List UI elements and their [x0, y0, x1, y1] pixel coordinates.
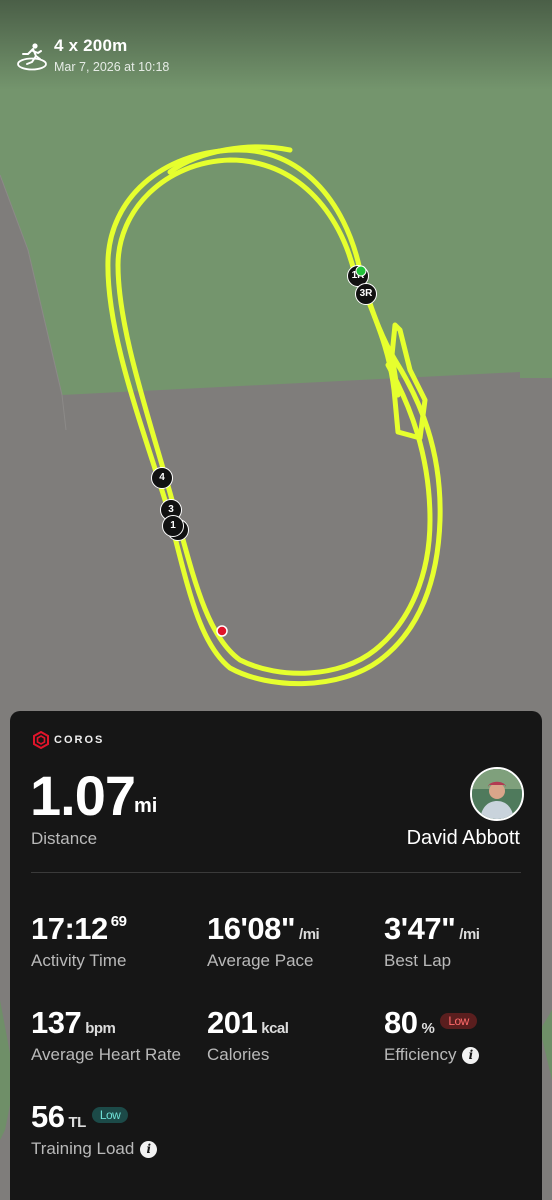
user-avatar[interactable]: [470, 767, 524, 821]
stat-average-heart-rate: 137 bpm Average Heart Rate: [31, 1005, 181, 1065]
lap-marker-4[interactable]: 4: [151, 467, 173, 489]
coros-logo-icon: [33, 731, 49, 749]
calories-value: 201 kcal: [207, 1005, 289, 1040]
efficiency-label-row: Efficiency i: [384, 1045, 480, 1065]
efficiency-value: 80% Low: [384, 1005, 479, 1041]
training-load-value: 56 TL Low: [31, 1099, 157, 1135]
best-lap-value: 3'47"/mi: [384, 911, 480, 946]
efficiency-badge: Low: [440, 1012, 477, 1029]
avatar-image: [472, 769, 522, 819]
activity-time-label: Activity Time: [31, 951, 127, 970]
stat-efficiency: 80% Low Efficiency i: [384, 1005, 480, 1065]
avg-hr-label: Average Heart Rate: [31, 1045, 181, 1064]
lap-marker-1[interactable]: 1: [162, 515, 184, 537]
stat-training-load: 56 TL Low Training Load i: [31, 1099, 158, 1159]
stat-calories: 201 kcal Calories: [207, 1005, 289, 1065]
distance-value: 1.07: [30, 764, 136, 827]
route-start-marker: [355, 265, 367, 277]
average-pace-value: 16'08"/mi: [207, 911, 320, 946]
stat-best-lap: 3'47"/mi Best Lap: [384, 911, 480, 971]
divider: [31, 872, 521, 873]
average-pace-label: Average Pace: [207, 951, 314, 970]
avg-hr-value: 137 bpm: [31, 1005, 116, 1040]
route-end-marker: [216, 625, 228, 637]
distance-label: Distance: [31, 829, 98, 848]
distance-unit: mi: [134, 795, 158, 817]
stat-activity-time: 17:12 69 Activity Time: [31, 911, 127, 971]
efficiency-label: Efficiency: [384, 1045, 457, 1064]
training-load-label-row: Training Load i: [31, 1139, 158, 1159]
activity-summary-card: COROS 1.07 mi Distance David Abbott 17:1…: [10, 711, 542, 1200]
brand-name: COROS: [54, 734, 105, 746]
calories-label: Calories: [207, 1045, 270, 1064]
activity-datetime: Mar 7, 2026 at 10:18: [54, 60, 170, 74]
training-load-info-icon[interactable]: i: [140, 1140, 158, 1158]
activity-title: 4 x 200m: [54, 36, 128, 55]
coros-logo: COROS: [32, 731, 104, 749]
training-load-badge: Low: [91, 1106, 129, 1123]
efficiency-info-icon[interactable]: i: [462, 1046, 480, 1064]
best-lap-label: Best Lap: [384, 951, 452, 970]
lap-marker-3r[interactable]: 3R: [355, 283, 377, 305]
activity-time-value: 17:12 69: [31, 911, 127, 946]
training-load-label: Training Load: [31, 1139, 135, 1158]
user-name[interactable]: David Abbott: [407, 827, 520, 850]
track-run-icon: [17, 43, 47, 71]
stat-average-pace: 16'08"/mi Average Pace: [207, 911, 320, 971]
